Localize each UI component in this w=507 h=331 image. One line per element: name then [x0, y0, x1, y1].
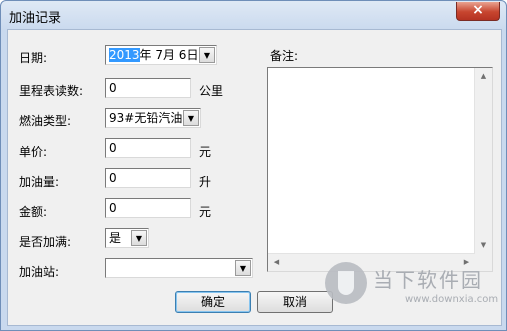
watermark-logo-icon [325, 262, 367, 304]
date-label: 日期: [19, 51, 48, 65]
fuel-amount-input[interactable]: 0 [105, 168, 191, 188]
scroll-left-icon[interactable]: ◀ [268, 254, 285, 271]
memo-vertical-scrollbar[interactable]: ▲ ▼ [474, 68, 492, 254]
total-label: 金额: [19, 205, 48, 219]
memo-textarea[interactable]: ▲ ▼ ◀ ▶ [267, 67, 493, 272]
full-tank-value: 是 [109, 231, 122, 245]
date-year-selected: 2013 [109, 48, 140, 62]
dropdown-arrow-icon[interactable]: ▼ [131, 230, 147, 246]
scroll-down-icon[interactable]: ▼ [475, 237, 492, 254]
fuel-amount-label: 加油量: [19, 175, 60, 189]
full-tank-select[interactable]: 是 ▼ [105, 228, 149, 248]
watermark-logo-shape [338, 271, 354, 295]
close-button[interactable]: × [456, 2, 500, 21]
close-icon: × [472, 2, 484, 18]
odometer-label: 里程表读数: [19, 84, 84, 98]
ok-button[interactable]: 确定 [175, 291, 251, 313]
date-rest: 年 7月 6日 [139, 48, 199, 62]
fuel-amount-unit: 升 [199, 175, 212, 189]
unit-price-unit: 元 [199, 145, 212, 159]
total-input[interactable]: 0 [105, 198, 191, 218]
full-tank-label: 是否加满: [19, 235, 72, 249]
scroll-up-icon[interactable]: ▲ [475, 68, 492, 85]
total-unit: 元 [199, 205, 212, 219]
cancel-button[interactable]: 取消 [257, 291, 333, 313]
dropdown-arrow-icon[interactable]: ▼ [235, 260, 251, 276]
fuel-type-label: 燃油类型: [19, 114, 72, 128]
odometer-input[interactable]: 0 [105, 78, 191, 98]
fuel-type-select[interactable]: 93#无铅汽油 ▼ [105, 108, 201, 128]
watermark-url: www.downxia.com [405, 294, 499, 305]
watermark-brand: 当下软件园 [373, 268, 483, 292]
memo-label: 备注: [270, 49, 299, 63]
dropdown-arrow-icon[interactable]: ▼ [199, 47, 215, 63]
station-label: 加油站: [19, 265, 60, 279]
fuel-type-value: 93#无铅汽油 [109, 111, 183, 125]
odometer-unit: 公里 [199, 84, 224, 98]
date-picker[interactable]: 2013年 7月 6日 ▼ [105, 45, 217, 65]
unit-price-input[interactable]: 0 [105, 138, 191, 158]
window-title: 加油记录 [9, 11, 62, 26]
unit-price-label: 单价: [19, 145, 48, 159]
station-select[interactable]: ▼ [105, 258, 253, 278]
dropdown-arrow-icon[interactable]: ▼ [183, 110, 199, 126]
